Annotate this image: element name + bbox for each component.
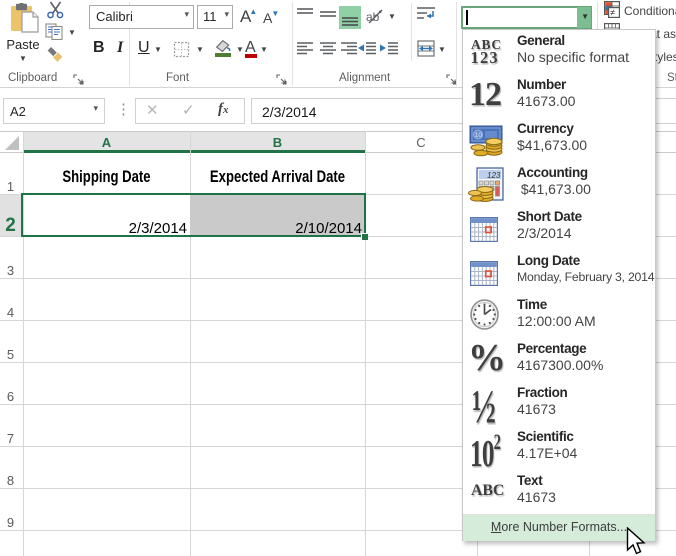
svg-text:ab: ab — [366, 10, 380, 24]
svg-text:123: 123 — [487, 171, 501, 180]
svg-text:10: 10 — [475, 132, 483, 139]
svg-text:≠: ≠ — [610, 8, 615, 18]
